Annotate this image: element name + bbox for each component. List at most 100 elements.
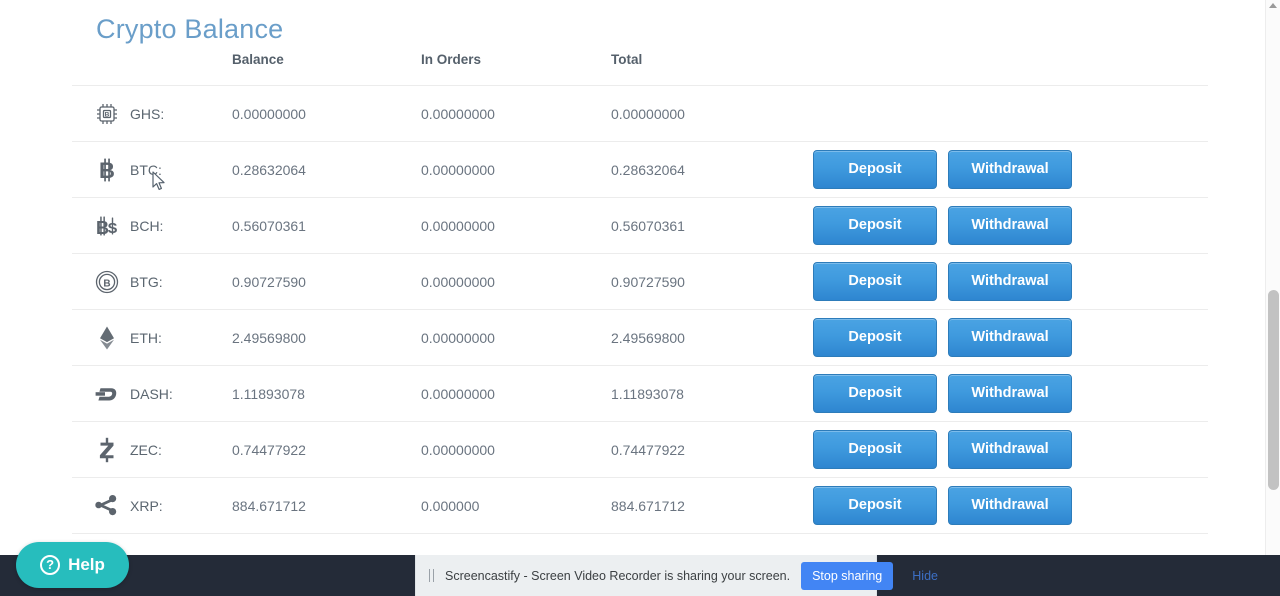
withdrawal-button[interactable]: Withdrawal: [948, 150, 1072, 189]
table-body: B GHS: 0.00000000 0.00000000 0.00000000 B BTC:…: [72, 85, 1208, 534]
cell-total: 2.49569800: [611, 309, 801, 366]
page-scrollbar[interactable]: [1265, 0, 1280, 556]
crypto-balance-page: Crypto Balance Balance In Orders Total B…: [0, 0, 1280, 596]
cell-icon: [72, 477, 130, 534]
cell-in-orders: 0.00000000: [421, 85, 611, 142]
cell-actions: Deposit Withdrawal: [801, 197, 1208, 254]
withdrawal-button[interactable]: Withdrawal: [948, 430, 1072, 469]
column-header-balance: Balance: [232, 52, 421, 86]
row-actions: Deposit Withdrawal: [801, 150, 1208, 189]
cell-in-orders-text: 0.00000000: [421, 161, 495, 178]
cell-balance-text: 0.90727590: [232, 273, 306, 290]
deposit-button[interactable]: Deposit: [813, 374, 937, 413]
cell-actions: Deposit Withdrawal: [801, 365, 1208, 422]
withdrawal-button[interactable]: Withdrawal: [948, 206, 1072, 245]
cell-ticker: BTG:: [130, 253, 232, 310]
cell-ticker-text: GHS:: [130, 105, 165, 122]
cell-ticker-text: BTC:: [130, 161, 162, 178]
svg-text:B: B: [103, 278, 110, 289]
deposit-button[interactable]: Deposit: [813, 150, 937, 189]
cell-total: 1.11893078: [611, 365, 801, 422]
deposit-button[interactable]: Deposit: [813, 206, 937, 245]
column-header-in-orders: In Orders: [421, 52, 611, 86]
row-actions: Deposit Withdrawal: [801, 374, 1208, 413]
cell-balance-text: 2.49569800: [232, 329, 306, 346]
withdrawal-button[interactable]: Withdrawal: [948, 374, 1072, 413]
cell-ticker-text: ZEC:: [130, 441, 162, 458]
table-row: B GHS: 0.00000000 0.00000000 0.00000000: [72, 85, 1208, 142]
cell-total: 0.56070361: [611, 197, 801, 254]
stop-sharing-button[interactable]: Stop sharing: [801, 561, 894, 590]
cell-balance: 0.28632064: [232, 141, 421, 198]
cell-total: 0.74477922: [611, 421, 801, 478]
cell-in-orders-text: 0.00000000: [421, 441, 495, 458]
cell-total: 884.671712: [611, 477, 801, 534]
row-actions: Deposit Withdrawal: [801, 430, 1208, 469]
help-widget-button[interactable]: ? Help: [16, 542, 129, 588]
cell-total: 0.28632064: [611, 141, 801, 198]
cell-in-orders-text: 0.00000000: [421, 329, 495, 346]
table-row: DASH: 1.11893078 0.00000000 1.11893078 Depos…: [72, 365, 1208, 422]
cell-ticker: BCH:: [130, 197, 232, 254]
cell-balance-text: 0.74477922: [232, 441, 306, 458]
crypto-balance-table: Balance In Orders Total B GHS: 0.00000000 0…: [72, 52, 1208, 534]
cell-total-text: 2.49569800: [611, 329, 685, 346]
cell-total-text: 1.11893078: [611, 385, 684, 402]
cell-actions: [801, 85, 1208, 142]
deposit-button[interactable]: Deposit: [813, 486, 937, 525]
cell-total-text: 0.00000000: [611, 105, 685, 122]
drag-grip-icon[interactable]: [429, 569, 434, 582]
cell-balance-text: 0.28632064: [232, 161, 306, 178]
cell-total-text: 0.28632064: [611, 161, 685, 178]
scrollbar-thumb[interactable]: [1268, 290, 1279, 490]
cell-ticker-text: ETH:: [130, 329, 162, 346]
row-actions: Deposit Withdrawal: [801, 206, 1208, 245]
withdrawal-button[interactable]: Withdrawal: [948, 262, 1072, 301]
question-circle-icon: ?: [40, 555, 61, 575]
hide-notification-button[interactable]: Hide: [904, 563, 946, 589]
svg-text:B: B: [99, 158, 115, 183]
cell-in-orders: 0.00000000: [421, 421, 611, 478]
cell-balance: 1.11893078: [232, 365, 421, 422]
scroll-up-arrow-icon[interactable]: [1269, 3, 1277, 8]
cell-balance: 884.671712: [232, 477, 421, 534]
cell-balance-text: 0.00000000: [232, 105, 306, 122]
cell-total-text: 884.671712: [611, 497, 685, 514]
deposit-button[interactable]: Deposit: [813, 318, 937, 357]
cell-balance: 0.00000000: [232, 85, 421, 142]
screen-share-message: Screencastify - Screen Video Recorder is…: [445, 568, 791, 583]
xrp-icon: [94, 493, 120, 519]
table-row: B BTG: 0.90727590 0.00000000 0.90727590 Depos…: [72, 253, 1208, 310]
withdrawal-button[interactable]: Withdrawal: [948, 486, 1072, 525]
cell-in-orders-text: 0.000000: [421, 497, 480, 514]
table-row: XRP: 884.671712 0.000000 884.671712 Deposit W…: [72, 477, 1208, 534]
cell-actions: Deposit Withdrawal: [801, 253, 1208, 310]
page-title: Crypto Balance: [96, 14, 284, 44]
cell-in-orders: 0.00000000: [421, 141, 611, 198]
cell-ticker: ZEC:: [130, 421, 232, 478]
table-row: ETH: 2.49569800 0.00000000 2.49569800 Deposi…: [72, 309, 1208, 366]
cell-icon: B: [72, 85, 130, 142]
cell-icon: [72, 421, 130, 478]
cell-total-text: 0.74477922: [611, 441, 685, 458]
btg-icon: B: [94, 269, 120, 295]
cell-in-orders: 0.00000000: [421, 253, 611, 310]
table-header-row: Balance In Orders Total: [72, 52, 1208, 86]
cell-balance: 0.90727590: [232, 253, 421, 310]
dash-icon: [94, 381, 120, 407]
cell-balance-text: 1.11893078: [232, 385, 305, 402]
cell-in-orders: 0.00000000: [421, 309, 611, 366]
cell-in-orders-text: 0.00000000: [421, 217, 495, 234]
cell-ticker-text: BCH:: [130, 217, 164, 234]
cell-ticker-text: DASH:: [130, 385, 173, 402]
cell-ticker: BTC:: [130, 141, 232, 198]
deposit-button[interactable]: Deposit: [813, 430, 937, 469]
withdrawal-button[interactable]: Withdrawal: [948, 318, 1072, 357]
deposit-button[interactable]: Deposit: [813, 262, 937, 301]
row-actions: Deposit Withdrawal: [801, 486, 1208, 525]
cell-in-orders-text: 0.00000000: [421, 385, 495, 402]
btc-icon: B: [94, 157, 120, 183]
column-header-name: [130, 52, 232, 86]
cell-in-orders: 0.00000000: [421, 197, 611, 254]
ghs-chip-icon: B: [94, 101, 120, 127]
